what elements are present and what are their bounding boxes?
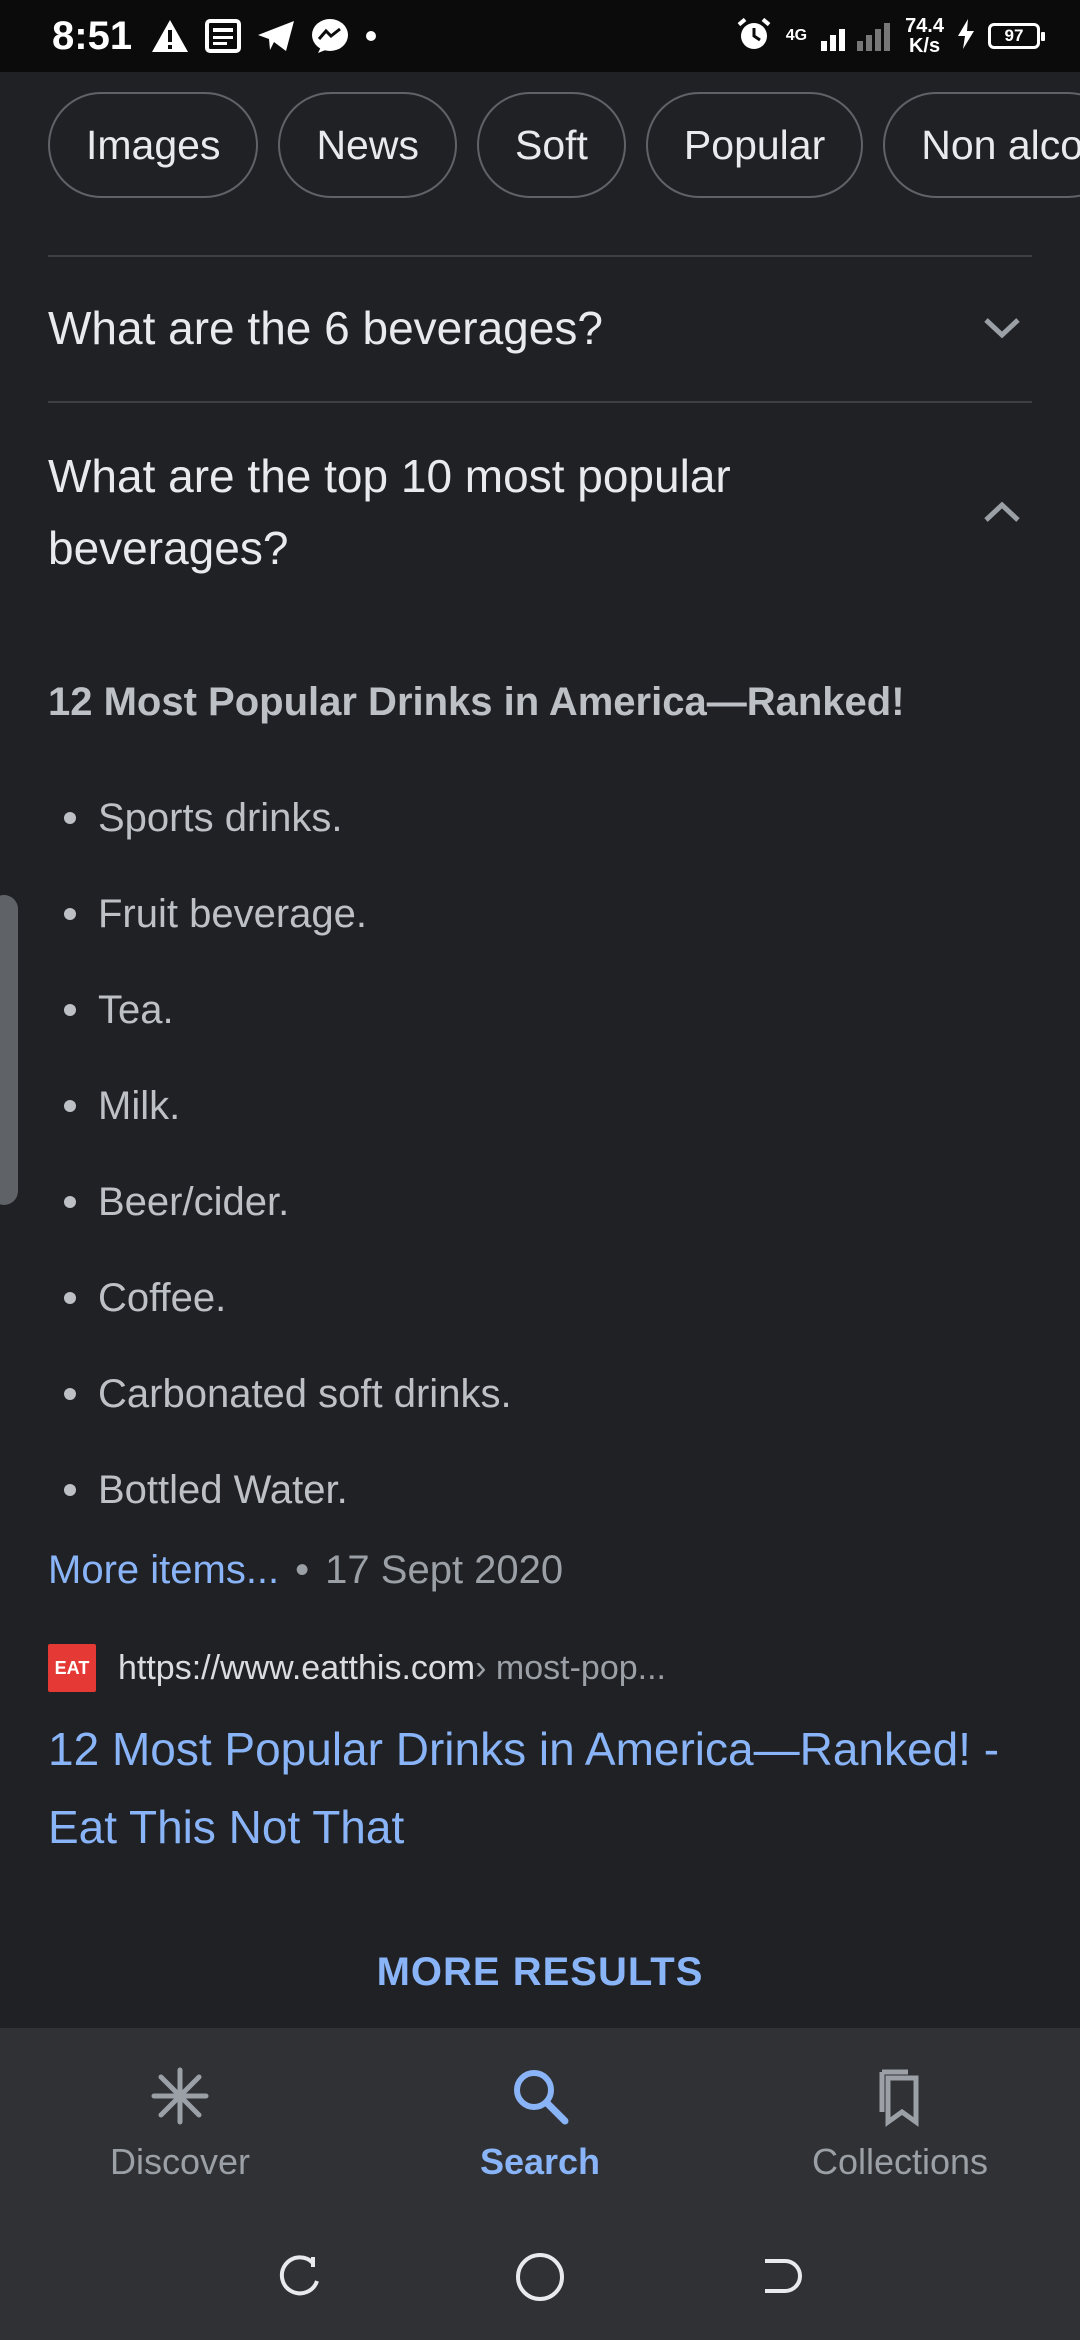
nav-collections-label: Collections: [811, 2140, 989, 2182]
chip-non-alcoholic[interactable]: Non alco: [883, 92, 1080, 198]
telegram-icon: [256, 18, 296, 54]
bullet-icon: [64, 812, 76, 824]
chip-soft[interactable]: Soft: [476, 92, 626, 198]
system-nav-bar: [0, 2218, 1080, 2340]
divider: [48, 401, 1032, 403]
list-item: Beer/cider.: [48, 1154, 1032, 1250]
back-icon[interactable]: [755, 2251, 807, 2308]
source-path: › most-pop...: [475, 1648, 666, 1687]
separator-dot: •: [295, 1548, 310, 1592]
dot-icon: [364, 29, 378, 43]
net-speed-value: 74.4: [905, 15, 944, 37]
list-item-text: Fruit beverage.: [98, 891, 368, 936]
charging-icon: [958, 18, 974, 54]
chip-images[interactable]: Images: [48, 92, 259, 198]
more-items-line: More items... • 17 Sept 2020: [48, 1548, 563, 1593]
bottom-nav: Discover Search Collections: [0, 2028, 1080, 2218]
nav-collections[interactable]: Collections: [750, 2064, 1050, 2183]
battery-icon: 97: [988, 23, 1045, 49]
source-line[interactable]: EAT https://www.eatthis.com › most-pop..…: [48, 1644, 666, 1692]
net-speed-unit: K/s: [908, 35, 941, 57]
network-type: 4G: [785, 27, 808, 44]
home-icon[interactable]: [512, 2249, 568, 2310]
bullet-icon: [64, 1004, 76, 1016]
faq-question-2: What are the top 10 most popular beverag…: [48, 450, 731, 574]
messenger-icon: [310, 17, 350, 55]
list-item: Coffee.: [48, 1250, 1032, 1346]
collections-icon: [868, 2064, 932, 2133]
bullet-icon: [64, 1388, 76, 1400]
more-results-button[interactable]: MORE RESULTS: [0, 1950, 1080, 1995]
bullet-icon: [64, 1100, 76, 1112]
recent-apps-icon[interactable]: [273, 2251, 325, 2308]
net-speed: 74.4 K/s: [905, 16, 944, 56]
chevron-down-icon: [972, 298, 1032, 358]
list-item-text: Bottled Water.: [98, 1467, 348, 1512]
faq-item-1[interactable]: What are the 6 beverages?: [48, 292, 1032, 364]
list-item-text: Coffee.: [98, 1275, 227, 1320]
list-item: Fruit beverage.: [48, 866, 1032, 962]
list-item-text: Tea.: [98, 987, 174, 1032]
list-item-text: Sports drinks.: [98, 795, 343, 840]
faq-question-1: What are the 6 beverages?: [48, 302, 603, 354]
source-url: https://www.eatthis.com: [118, 1648, 476, 1687]
answer-list: Sports drinks. Fruit beverage. Tea. Milk…: [48, 770, 1032, 1538]
bullet-icon: [64, 1196, 76, 1208]
list-item: Tea.: [48, 962, 1032, 1058]
filter-chips: Images News Soft Popular Non alco: [48, 92, 1080, 202]
bullet-icon: [64, 908, 76, 920]
list-item-text: Carbonated soft drinks.: [98, 1371, 512, 1416]
discover-icon: [148, 2064, 212, 2133]
chip-news[interactable]: News: [278, 92, 457, 198]
chevron-up-icon: [972, 482, 1032, 542]
nav-discover-label: Discover: [109, 2140, 251, 2182]
list-item: Bottled Water.: [48, 1442, 1032, 1538]
answer-title: 12 Most Popular Drinks in America—Ranked…: [48, 680, 905, 724]
nav-search-label: Search: [479, 2140, 601, 2182]
status-time: 8:51: [52, 13, 133, 58]
status-bar: 8:51 4G 74.4 K/s 97: [0, 0, 1080, 72]
nav-search[interactable]: Search: [390, 2064, 690, 2183]
edge-panel-handle[interactable]: [0, 895, 18, 1205]
result-title-link[interactable]: 12 Most Popular Drinks in America—Ranked…: [48, 1710, 1038, 1866]
list-item: Milk.: [48, 1058, 1032, 1154]
warning-icon: [150, 18, 190, 54]
signal-icon: [821, 17, 891, 56]
news-icon: [204, 18, 242, 54]
more-items-link[interactable]: More items...: [48, 1548, 279, 1593]
nav-discover[interactable]: Discover: [30, 2064, 330, 2183]
site-favicon-icon: EAT: [48, 1644, 96, 1692]
alarm-icon: [736, 16, 772, 57]
bullet-icon: [64, 1484, 76, 1496]
divider: [48, 255, 1032, 257]
bullet-icon: [64, 1292, 76, 1304]
list-item: Sports drinks.: [48, 770, 1032, 866]
list-item-text: Beer/cider.: [98, 1179, 290, 1224]
faq-item-2[interactable]: What are the top 10 most popular beverag…: [48, 440, 1032, 584]
list-item-text: Milk.: [98, 1083, 181, 1128]
list-item: Carbonated soft drinks.: [48, 1346, 1032, 1442]
answer-date: 17 Sept 2020: [325, 1548, 564, 1592]
chip-popular[interactable]: Popular: [645, 92, 864, 198]
search-icon: [508, 2064, 572, 2133]
